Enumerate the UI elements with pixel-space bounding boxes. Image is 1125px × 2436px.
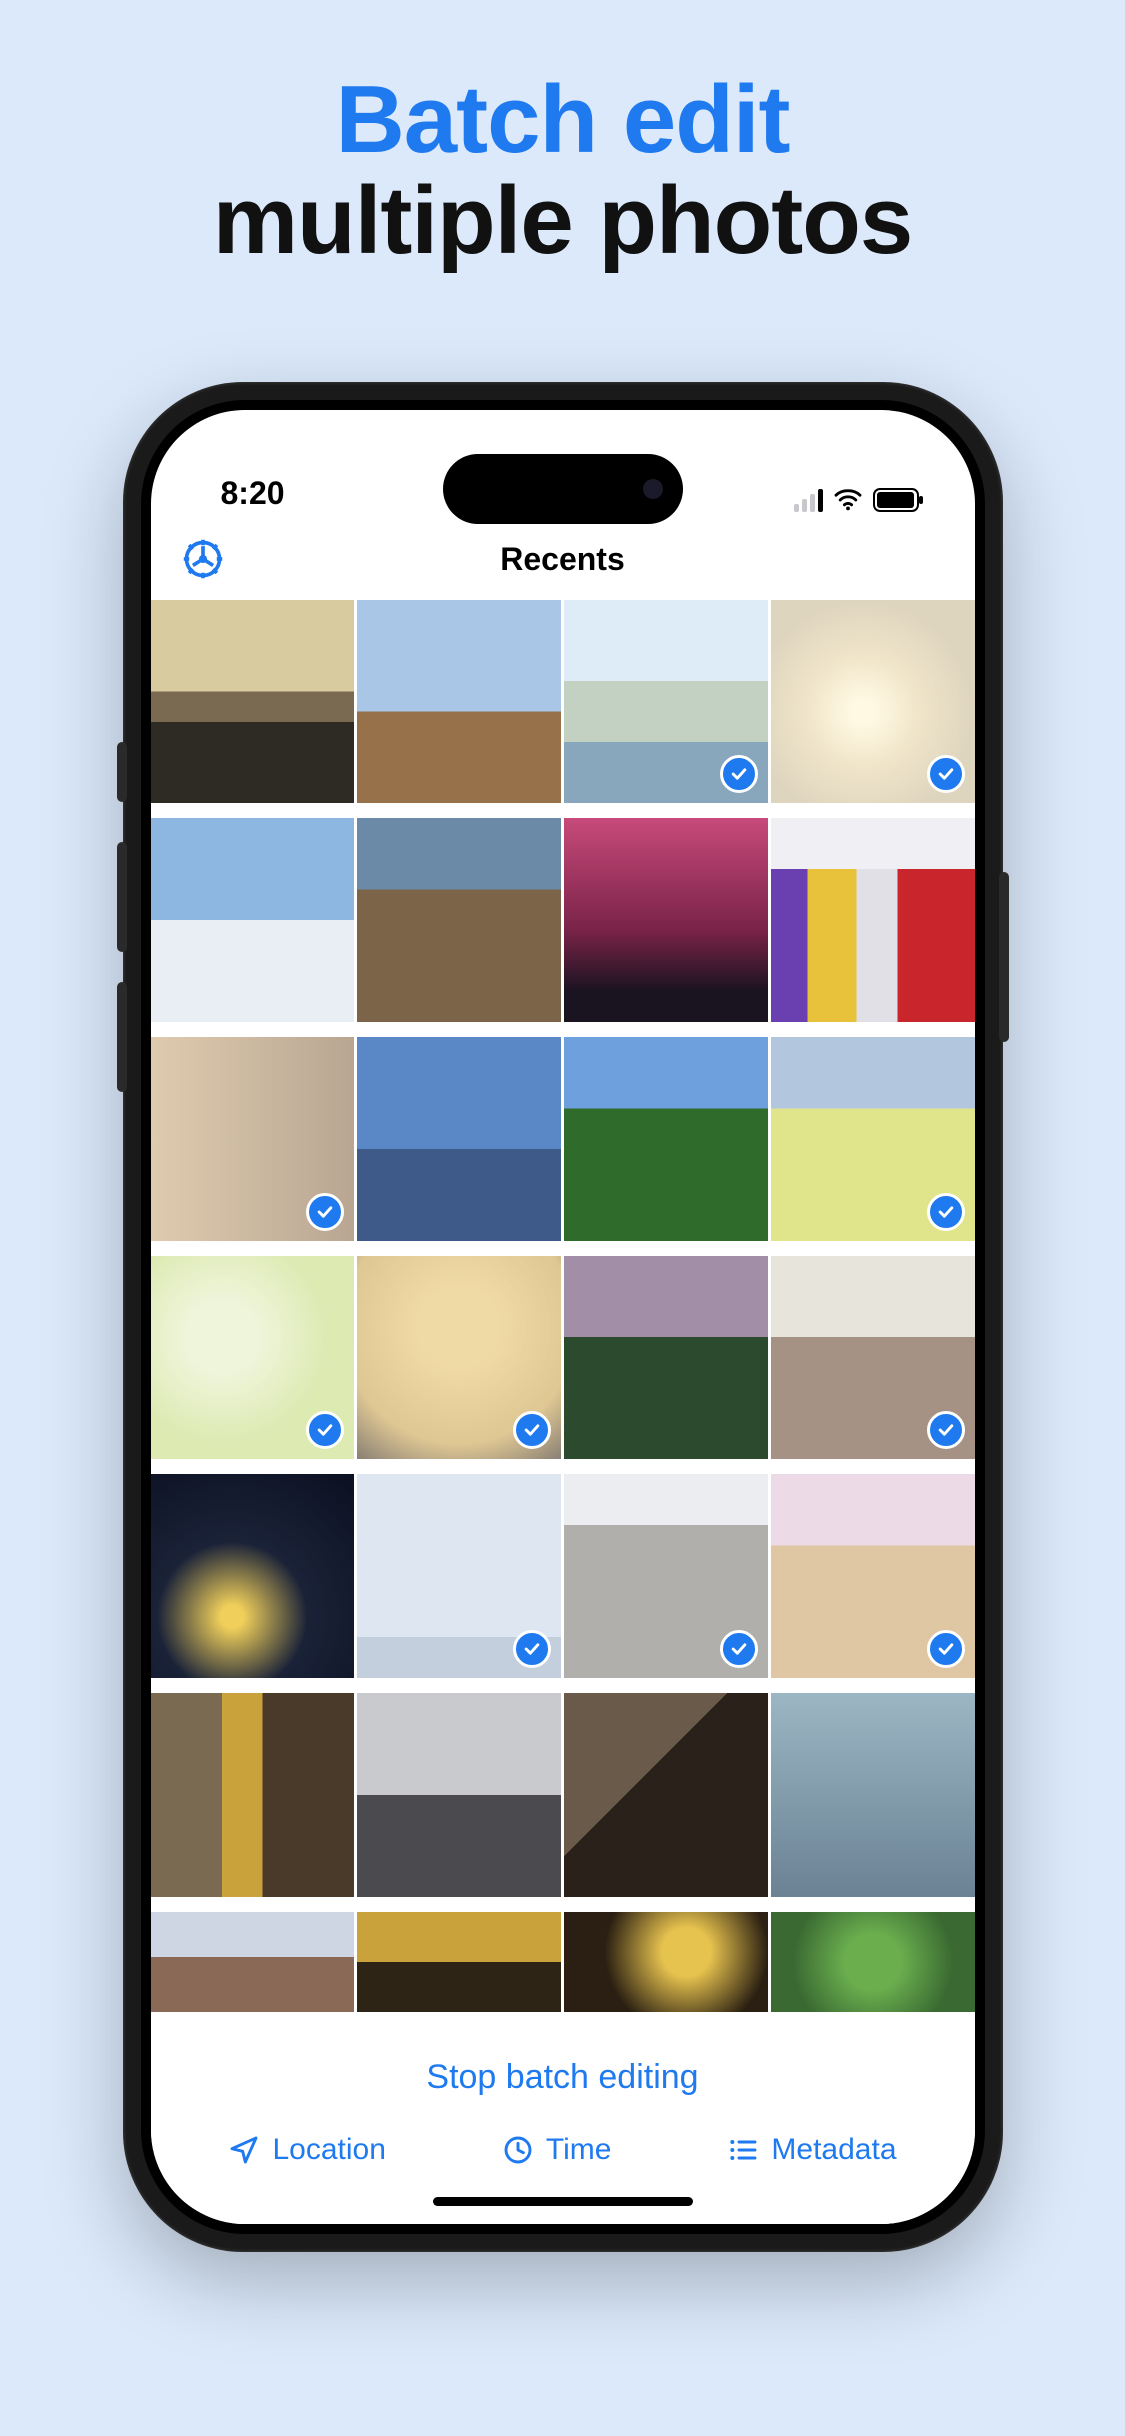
phone-frame: 8:20 <box>123 382 1003 2252</box>
photo-thumbnail[interactable] <box>771 1693 975 1897</box>
photo-image <box>357 818 561 1022</box>
photo-image <box>357 1693 561 1897</box>
photo-image <box>151 1474 355 1678</box>
photo-thumbnail[interactable] <box>357 1474 561 1678</box>
photo-thumbnail[interactable] <box>771 600 975 804</box>
photo-thumbnail[interactable] <box>357 1693 561 1897</box>
photo-thumbnail[interactable] <box>771 1912 975 2012</box>
selected-check-icon <box>927 1630 965 1668</box>
selected-check-icon <box>720 1630 758 1668</box>
time-label: Time <box>546 2133 612 2167</box>
photo-image <box>771 1693 975 1897</box>
photo-thumbnail[interactable] <box>151 1693 355 1897</box>
edit-toolbar: Location Time <box>151 2127 975 2197</box>
photo-image <box>564 1693 768 1897</box>
photo-image <box>564 1256 768 1460</box>
photo-thumbnail[interactable] <box>357 818 561 1022</box>
photo-thumbnail[interactable] <box>564 1037 768 1241</box>
selected-check-icon <box>927 1193 965 1231</box>
selected-check-icon <box>720 755 758 793</box>
photo-image <box>151 1912 355 2012</box>
metadata-button[interactable]: Metadata <box>727 2133 896 2167</box>
selected-check-icon <box>513 1630 551 1668</box>
settings-gear-icon[interactable] <box>181 537 225 581</box>
photo-thumbnail[interactable] <box>771 1256 975 1460</box>
volume-up-button <box>117 842 127 952</box>
metadata-label: Metadata <box>771 2133 896 2167</box>
photo-image <box>564 1912 768 2012</box>
photo-thumbnail[interactable] <box>357 600 561 804</box>
photo-thumbnail[interactable] <box>564 600 768 804</box>
photo-thumbnail[interactable] <box>151 1037 355 1241</box>
selected-check-icon <box>513 1411 551 1449</box>
photo-thumbnail[interactable] <box>564 1256 768 1460</box>
page-title: Recents <box>500 541 625 578</box>
location-button[interactable]: Location <box>228 2133 385 2167</box>
promo-line-2: multiple photos <box>213 171 913 272</box>
photo-thumbnail[interactable] <box>564 1474 768 1678</box>
time-button[interactable]: Time <box>502 2133 612 2167</box>
location-arrow-icon <box>228 2134 260 2166</box>
photo-thumbnail[interactable] <box>151 1912 355 2012</box>
power-button <box>999 872 1009 1042</box>
status-time: 8:20 <box>221 475 285 512</box>
photo-image <box>564 818 768 1022</box>
photo-image <box>151 1693 355 1897</box>
photo-thumbnail[interactable] <box>771 1474 975 1678</box>
photo-thumbnail[interactable] <box>151 1256 355 1460</box>
app-screen: 8:20 <box>151 410 975 2224</box>
photo-image <box>357 600 561 804</box>
clock-icon <box>502 2134 534 2166</box>
dynamic-island <box>443 454 683 524</box>
selected-check-icon <box>927 755 965 793</box>
cellular-icon <box>794 488 823 512</box>
photo-thumbnail[interactable] <box>357 1256 561 1460</box>
list-icon <box>727 2134 759 2166</box>
bottom-panel: Stop batch editing Location Time <box>151 2024 975 2224</box>
battery-icon <box>873 488 919 512</box>
photo-thumbnail[interactable] <box>151 1474 355 1678</box>
nav-header: Recents <box>151 520 975 600</box>
photo-thumbnail[interactable] <box>564 818 768 1022</box>
selected-check-icon <box>306 1411 344 1449</box>
photo-image <box>151 600 355 804</box>
photo-thumbnail[interactable] <box>564 1912 768 2012</box>
stop-batch-editing-button[interactable]: Stop batch editing <box>151 2050 975 2127</box>
home-indicator[interactable] <box>433 2197 693 2206</box>
photo-image <box>564 1037 768 1241</box>
selected-check-icon <box>306 1193 344 1231</box>
photo-thumbnail[interactable] <box>771 818 975 1022</box>
location-label: Location <box>272 2133 385 2167</box>
promo-heading: Batch edit multiple photos <box>213 70 913 272</box>
mute-switch <box>117 742 127 802</box>
wifi-icon <box>833 488 863 512</box>
photo-image <box>151 818 355 1022</box>
photo-grid <box>151 600 975 2024</box>
photo-thumbnail[interactable] <box>151 600 355 804</box>
photo-thumbnail[interactable] <box>357 1037 561 1241</box>
selected-check-icon <box>927 1411 965 1449</box>
photo-thumbnail[interactable] <box>564 1693 768 1897</box>
photo-thumbnail[interactable] <box>771 1037 975 1241</box>
photo-image <box>771 1912 975 2012</box>
volume-down-button <box>117 982 127 1092</box>
photo-image <box>357 1912 561 2012</box>
photo-thumbnail[interactable] <box>357 1912 561 2012</box>
photo-image <box>771 818 975 1022</box>
photo-image <box>357 1037 561 1241</box>
photo-thumbnail[interactable] <box>151 818 355 1022</box>
promo-line-1: Batch edit <box>213 70 913 171</box>
